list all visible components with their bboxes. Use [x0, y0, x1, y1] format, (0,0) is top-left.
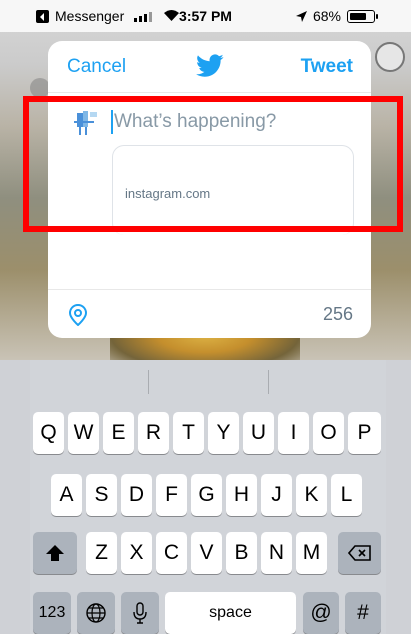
key-s[interactable]: S — [86, 474, 117, 516]
twitter-bird-icon — [196, 54, 224, 77]
shift-key[interactable] — [33, 532, 77, 574]
key-u[interactable]: U — [243, 412, 274, 454]
background-dot — [30, 78, 50, 98]
shift-icon — [46, 545, 64, 561]
location-arrow-icon — [295, 10, 307, 22]
key-y[interactable]: Y — [208, 412, 239, 454]
key-j[interactable]: J — [261, 474, 292, 516]
suggestion-divider — [268, 370, 269, 394]
tweet-button[interactable]: Tweet — [301, 56, 353, 78]
at-key[interactable]: @ — [303, 592, 339, 634]
status-bar: Messenger 3:57 PM 68% — [0, 0, 411, 32]
key-q[interactable]: Q — [33, 412, 64, 454]
key-l[interactable]: L — [331, 474, 362, 516]
key-r[interactable]: R — [138, 412, 169, 454]
key-e[interactable]: E — [103, 412, 134, 454]
keyboard: Q W E R T Y U I O P A S D F G H J K L Z … — [30, 404, 386, 634]
dictation-key[interactable] — [121, 592, 159, 634]
key-o[interactable]: O — [313, 412, 344, 454]
microphone-icon — [133, 602, 147, 624]
key-n[interactable]: N — [261, 532, 292, 574]
key-a[interactable]: A — [51, 474, 82, 516]
suggestion-divider — [148, 370, 149, 394]
key-m[interactable]: M — [296, 532, 327, 574]
key-x[interactable]: X — [121, 532, 152, 574]
battery-icon — [347, 9, 378, 23]
key-d[interactable]: D — [121, 474, 152, 516]
sheet-header: Cancel Tweet — [48, 41, 371, 93]
key-f[interactable]: F — [156, 474, 187, 516]
key-z[interactable]: Z — [86, 532, 117, 574]
key-t[interactable]: T — [173, 412, 204, 454]
key-b[interactable]: B — [226, 532, 257, 574]
key-v[interactable]: V — [191, 532, 222, 574]
key-c[interactable]: C — [156, 532, 187, 574]
highlight-box — [23, 96, 403, 232]
background-circle-icon — [375, 42, 405, 72]
globe-icon — [86, 603, 106, 623]
sheet-footer: 256 — [48, 289, 371, 338]
globe-key[interactable] — [77, 592, 115, 634]
hash-key[interactable]: # — [345, 592, 381, 634]
location-pin-icon[interactable] — [68, 304, 88, 326]
backspace-icon — [347, 545, 371, 561]
key-h[interactable]: H — [226, 474, 257, 516]
cancel-button[interactable]: Cancel — [67, 56, 126, 78]
key-g[interactable]: G — [191, 474, 222, 516]
key-w[interactable]: W — [68, 412, 99, 454]
space-key[interactable]: space — [165, 592, 296, 634]
delete-key[interactable] — [338, 532, 381, 574]
key-p[interactable]: P — [348, 412, 381, 454]
status-right: 68% — [295, 8, 378, 24]
numbers-key[interactable]: 123 — [33, 592, 71, 634]
key-i[interactable]: I — [278, 412, 309, 454]
key-k[interactable]: K — [296, 474, 327, 516]
battery-percent: 68% — [312, 8, 341, 24]
keyboard-suggestion-bar — [30, 360, 386, 404]
character-count: 256 — [322, 304, 353, 324]
